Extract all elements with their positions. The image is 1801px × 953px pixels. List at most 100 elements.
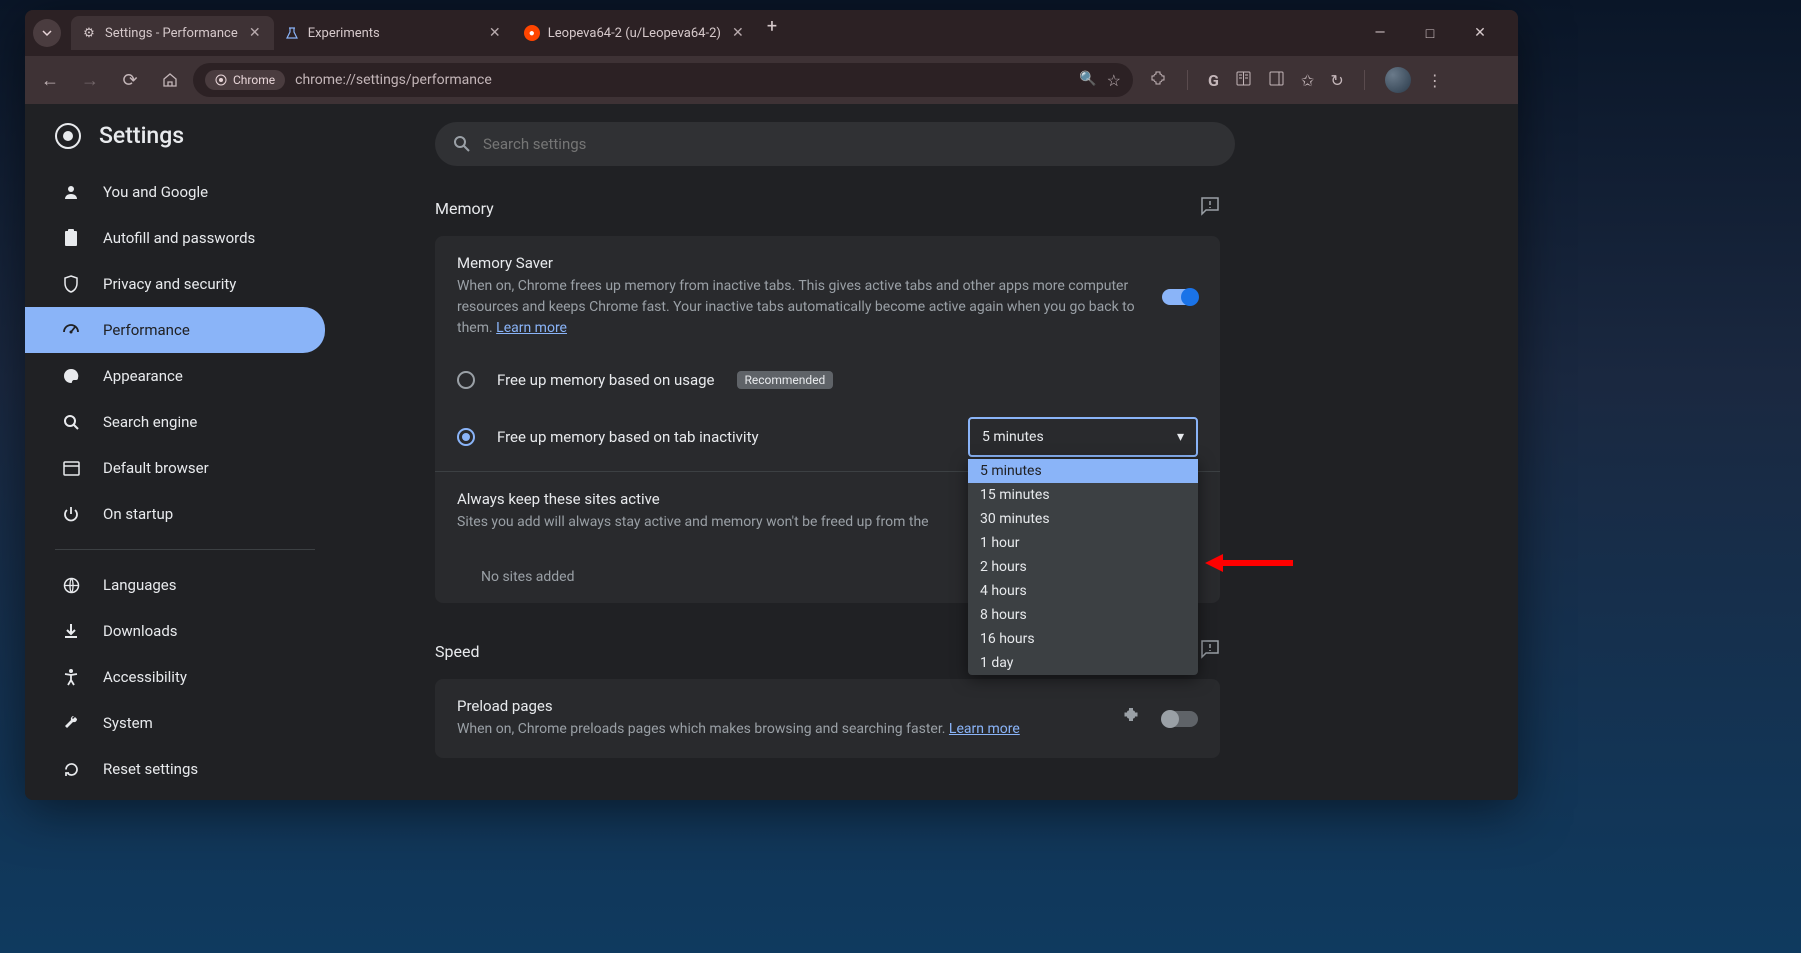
section-title: Memory — [435, 199, 494, 218]
download-icon — [61, 623, 81, 639]
tab-title: Settings - Performance — [105, 26, 238, 41]
url-box[interactable]: Chrome chrome://settings/performance 🔍 ☆ — [193, 63, 1133, 97]
titlebar: ⚙ Settings - Performance ✕ Experiments ✕… — [25, 10, 1518, 56]
dropdown-item[interactable]: 4 hours — [968, 579, 1198, 603]
preload-toggle[interactable] — [1162, 711, 1198, 727]
site-chip[interactable]: Chrome — [205, 70, 285, 90]
inactivity-timer-select[interactable]: 5 minutes ▾ 5 minutes 15 minutes 30 minu… — [968, 417, 1198, 457]
search-box[interactable] — [435, 122, 1235, 166]
tab-title: Leopeva64-2 (u/Leopeva64-2) — [548, 26, 721, 41]
learn-more-link[interactable]: Learn more — [496, 320, 567, 336]
sidebar-item-search[interactable]: Search engine — [25, 399, 325, 445]
nav-label: Privacy and security — [103, 275, 236, 293]
memory-section-header: Memory — [435, 196, 1220, 220]
new-tab-button[interactable]: + — [757, 16, 787, 50]
separator — [1187, 70, 1188, 90]
sidebar-item-languages[interactable]: Languages — [25, 562, 325, 608]
forward-button[interactable]: → — [73, 63, 107, 97]
learn-more-link[interactable]: Learn more — [949, 721, 1020, 737]
page-title: Settings — [99, 122, 184, 149]
back-button[interactable]: ← — [33, 63, 67, 97]
setting-description: When on, Chrome frees up memory from ina… — [457, 276, 1142, 339]
close-icon[interactable]: ✕ — [486, 25, 504, 41]
dropdown-item[interactable]: 16 hours — [968, 627, 1198, 651]
setting-description: When on, Chrome preloads pages which mak… — [457, 719, 1100, 740]
dropdown-item[interactable]: 8 hours — [968, 603, 1198, 627]
nav-label: System — [103, 714, 153, 732]
settings-header: Settings — [25, 122, 335, 169]
dropdown-item[interactable]: 1 day — [968, 651, 1198, 675]
tab-search-button[interactable] — [33, 19, 61, 47]
sidebar-item-autofill[interactable]: Autofill and passwords — [25, 215, 325, 261]
dropdown-item[interactable]: 5 minutes — [968, 459, 1198, 483]
sidebar-item-performance[interactable]: Performance — [25, 307, 325, 353]
tab-settings[interactable]: ⚙ Settings - Performance ✕ — [71, 16, 274, 50]
chevron-down-icon: ▾ — [1177, 429, 1184, 445]
main-panel: Memory Memory Saver When on, Chrome free… — [335, 104, 1518, 800]
nav-label: On startup — [103, 505, 173, 523]
select-value: 5 minutes — [982, 429, 1044, 445]
power-icon — [61, 506, 81, 522]
nav-label: Default browser — [103, 459, 209, 477]
feedback-icon[interactable] — [1200, 639, 1220, 663]
memory-card: Memory Saver When on, Chrome frees up me… — [435, 236, 1220, 603]
home-button[interactable] — [153, 63, 187, 97]
addressbar: ← → ⟳ Chrome chrome://settings/performan… — [25, 56, 1518, 104]
sidebar-item-privacy[interactable]: Privacy and security — [25, 261, 325, 307]
sidebar-item-appearance[interactable]: Appearance — [25, 353, 325, 399]
close-icon[interactable]: ✕ — [246, 25, 264, 41]
tab-experiments[interactable]: Experiments ✕ — [274, 16, 514, 50]
sidebar-item-reset[interactable]: Reset settings — [25, 746, 325, 792]
sidebar-item-you-and-google[interactable]: You and Google — [25, 169, 325, 215]
history-icon[interactable]: ↻ — [1330, 71, 1343, 90]
google-icon[interactable]: G — [1208, 71, 1219, 90]
dropdown-item[interactable]: 1 hour — [968, 531, 1198, 555]
reload-button[interactable]: ⟳ — [113, 63, 147, 97]
sidebar-item-startup[interactable]: On startup — [25, 491, 325, 537]
sidepanel-icon[interactable] — [1268, 70, 1285, 91]
clipboard-icon — [61, 229, 81, 247]
setting-title: Memory Saver — [457, 254, 1142, 272]
nav-label: Downloads — [103, 622, 178, 640]
tab-reddit[interactable]: ● Leopeva64-2 (u/Leopeva64-2) ✕ — [514, 16, 757, 50]
close-button[interactable]: ✕ — [1465, 25, 1495, 42]
inactivity-dropdown: 5 minutes 15 minutes 30 minutes 1 hour 2… — [968, 459, 1198, 675]
separator — [1364, 70, 1365, 90]
nav-label: Languages — [103, 576, 177, 594]
radio-usage[interactable] — [457, 371, 475, 389]
sidebar-item-accessibility[interactable]: Accessibility — [25, 654, 325, 700]
sidebar-item-default-browser[interactable]: Default browser — [25, 445, 325, 491]
chip-label: Chrome — [233, 73, 275, 87]
dropdown-item[interactable]: 2 hours — [968, 555, 1198, 579]
feedback-icon[interactable] — [1200, 196, 1220, 220]
radio-usage-row[interactable]: Free up memory based on usage Recommende… — [435, 357, 1220, 403]
zoom-icon[interactable]: 🔍 — [1079, 71, 1096, 90]
dropdown-item[interactable]: 15 minutes — [968, 483, 1198, 507]
memory-saver-toggle[interactable] — [1162, 289, 1198, 305]
nav-label: Reset settings — [103, 760, 198, 778]
chrome-icon — [215, 74, 227, 86]
search-icon — [61, 414, 81, 431]
browser-icon — [61, 461, 81, 476]
radio-inactivity-row[interactable]: Free up memory based on tab inactivity 5… — [435, 403, 1220, 471]
minimize-button[interactable]: — — [1365, 25, 1395, 42]
search-input[interactable] — [483, 135, 1217, 153]
avatar[interactable] — [1385, 67, 1411, 93]
palette-icon — [61, 367, 81, 385]
flask-icon — [284, 25, 300, 41]
maximize-button[interactable]: □ — [1415, 25, 1445, 42]
section-title: Speed — [435, 642, 479, 661]
extensions-icon[interactable] — [1149, 69, 1167, 91]
shield-icon — [61, 275, 81, 293]
bookmark-icon[interactable]: ☆ — [1107, 71, 1121, 90]
sidebar-item-downloads[interactable]: Downloads — [25, 608, 325, 654]
bookmarks-icon[interactable]: ✩ — [1301, 71, 1314, 90]
sidebar-item-system[interactable]: System — [25, 700, 325, 746]
preload-row: Preload pages When on, Chrome preloads p… — [435, 679, 1220, 758]
menu-button[interactable]: ⋮ — [1427, 71, 1443, 90]
dropdown-item[interactable]: 30 minutes — [968, 507, 1198, 531]
toolbar-right: G ✩ ↻ ⋮ — [1139, 67, 1453, 93]
radio-inactivity[interactable] — [457, 428, 475, 446]
reader-icon[interactable] — [1235, 70, 1252, 91]
close-icon[interactable]: ✕ — [729, 25, 747, 41]
